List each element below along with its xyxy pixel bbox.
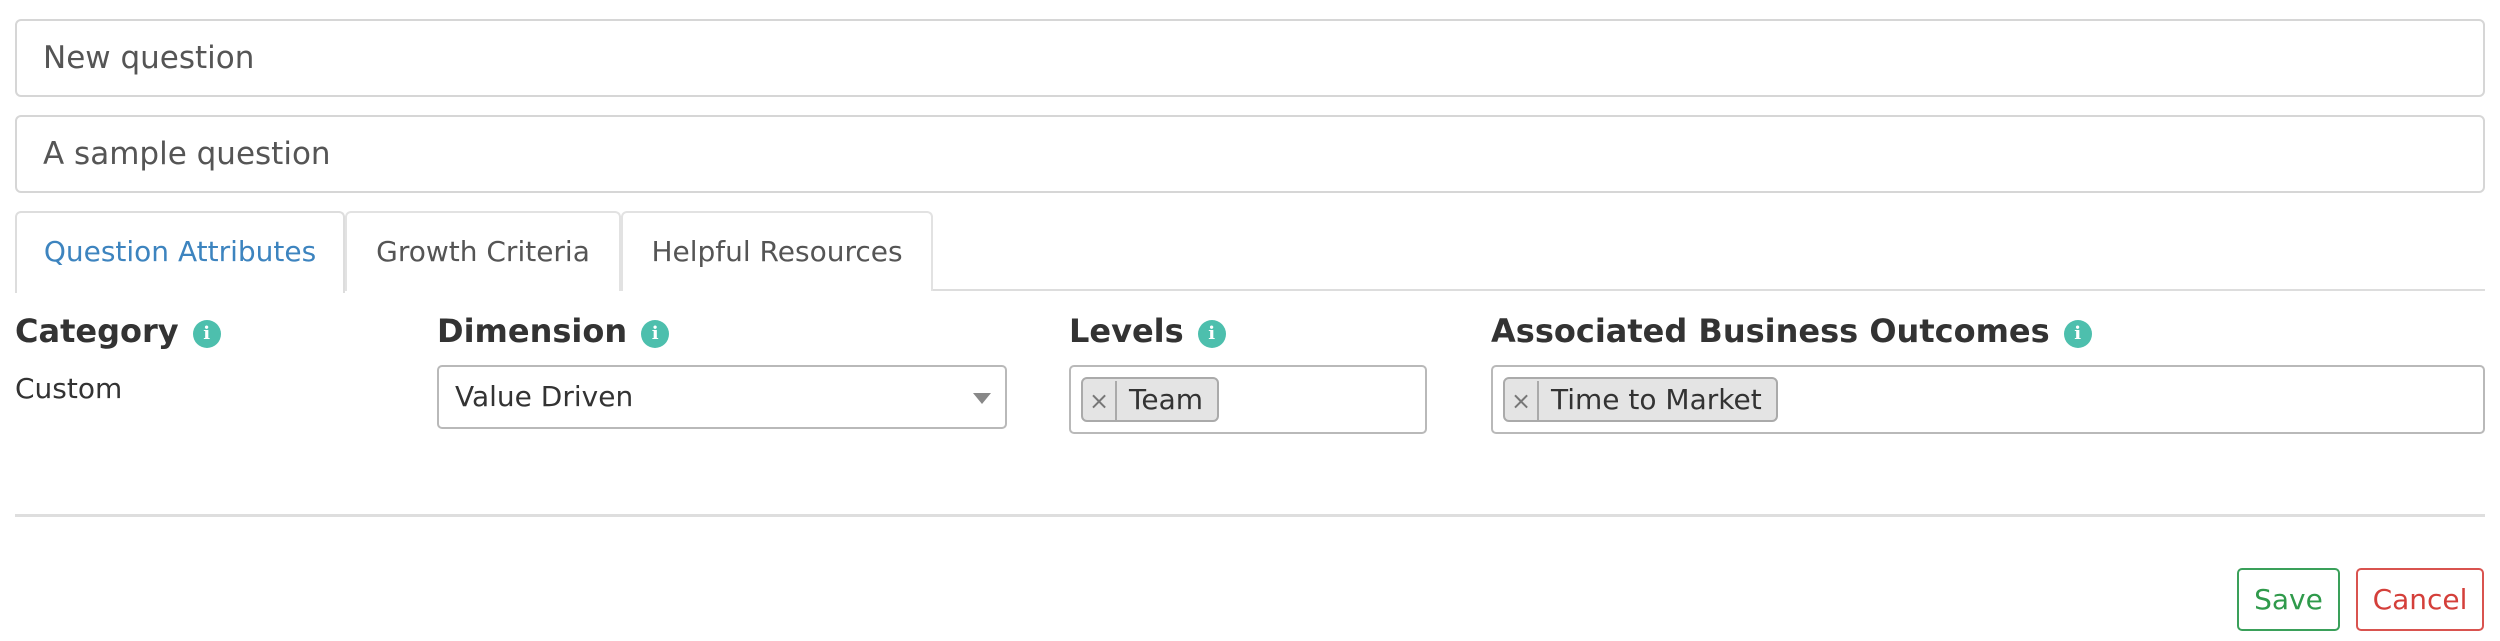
levels-label-text: Levels bbox=[1069, 312, 1184, 350]
business-outcomes-label-text: Associated Business Outcomes bbox=[1491, 312, 2050, 350]
info-icon[interactable]: i bbox=[641, 320, 670, 348]
category-value: Custom bbox=[15, 372, 123, 405]
dimension-label: Dimension i bbox=[437, 310, 670, 352]
levels-label: Levels i bbox=[1069, 310, 1226, 352]
question-editor: New question A sample question Question … bbox=[0, 0, 2500, 641]
remove-tag-icon[interactable]: × bbox=[1505, 381, 1539, 422]
dimension-label-text: Dimension bbox=[437, 312, 628, 350]
info-icon[interactable]: i bbox=[1197, 320, 1226, 348]
category-label: Category i bbox=[15, 310, 221, 352]
business-outcome-tag: × Time to Market bbox=[1503, 377, 1778, 422]
dimension-selected-value: Value Driven bbox=[455, 380, 634, 413]
dimension-select[interactable]: Value Driven bbox=[437, 365, 1007, 429]
chevron-down-icon[interactable] bbox=[973, 393, 991, 404]
tab-question-attributes[interactable]: Question Attributes bbox=[15, 211, 345, 293]
divider bbox=[15, 514, 2485, 517]
levels-tag: × Team bbox=[1081, 377, 1220, 422]
info-icon[interactable]: i bbox=[192, 320, 221, 348]
category-label-text: Category bbox=[15, 312, 179, 350]
levels-multiselect[interactable]: × Team bbox=[1069, 365, 1427, 434]
business-outcomes-label: Associated Business Outcomes i bbox=[1491, 310, 2092, 352]
business-outcomes-multiselect[interactable]: × Time to Market bbox=[1491, 365, 2485, 434]
tab-helpful-resources[interactable]: Helpful Resources bbox=[621, 211, 933, 291]
question-description-input[interactable]: A sample question bbox=[15, 115, 2485, 193]
save-button[interactable]: Save bbox=[2237, 568, 2340, 631]
tab-growth-criteria[interactable]: Growth Criteria bbox=[345, 211, 621, 291]
remove-tag-icon[interactable]: × bbox=[1083, 381, 1117, 422]
tab-bar: Question Attributes Growth Criteria Help… bbox=[15, 209, 2485, 293]
tag-label: Team bbox=[1129, 383, 1204, 416]
question-title-input[interactable]: New question bbox=[15, 19, 2485, 97]
info-icon[interactable]: i bbox=[2063, 320, 2092, 348]
cancel-button[interactable]: Cancel bbox=[2356, 568, 2484, 631]
tag-label: Time to Market bbox=[1551, 383, 1762, 416]
